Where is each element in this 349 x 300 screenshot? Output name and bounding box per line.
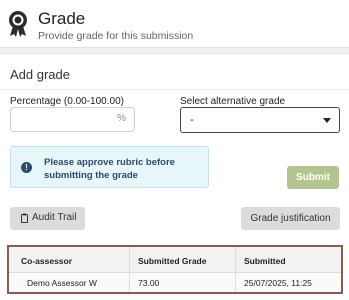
award-ribbon-icon xyxy=(9,11,27,37)
table-row: Demo Assessor W 73.00 25/07/2025, 11:25 xyxy=(9,273,341,292)
page-header: Grade Provide grade for this submission xyxy=(0,0,349,48)
grade-justification-button[interactable]: Grade justification xyxy=(241,207,340,230)
audit-trail-button[interactable]: Audit Trail xyxy=(10,207,85,230)
alert-text: Please approve rubric before submitting … xyxy=(44,157,175,181)
percent-suffix: % xyxy=(117,113,126,124)
percentage-input[interactable]: % xyxy=(10,107,135,132)
page-subtitle: Provide grade for this submission xyxy=(38,30,194,42)
percentage-label: Percentage (0.00-100.00) xyxy=(10,96,124,107)
submitted-grade-cell: 73.00 xyxy=(129,273,235,292)
submitted-date-cell: 25/07/2025, 11:25 xyxy=(235,273,341,292)
alternative-grade-value: - xyxy=(190,114,194,126)
clipboard-icon xyxy=(21,213,28,223)
alternative-grade-select[interactable]: - xyxy=(180,107,340,133)
section-title: Add grade xyxy=(10,67,70,82)
info-icon: ! xyxy=(21,162,32,173)
co-assessor-table: Co-assessor Submitted Grade Submitted De… xyxy=(7,245,343,294)
assessor-name-cell: Demo Assessor W xyxy=(27,278,97,288)
divider xyxy=(0,89,349,90)
header-cell: Submitted Grade xyxy=(129,247,235,272)
audit-trail-label: Audit Trail xyxy=(32,212,77,223)
rubric-approval-alert: ! Please approve rubric before submittin… xyxy=(10,146,209,188)
add-grade-card: Add grade Percentage (0.00-100.00) % Sel… xyxy=(0,53,349,300)
alternative-grade-label: Select alternative grade xyxy=(180,96,286,107)
caret-down-icon xyxy=(323,118,331,123)
page-title: Grade xyxy=(38,9,86,28)
header-cell: Co-assessor xyxy=(21,256,73,266)
table-header: Co-assessor Submitted Grade Submitted xyxy=(9,247,341,273)
header-cell: Submitted xyxy=(235,247,341,272)
submit-button[interactable]: Submit xyxy=(287,166,339,189)
